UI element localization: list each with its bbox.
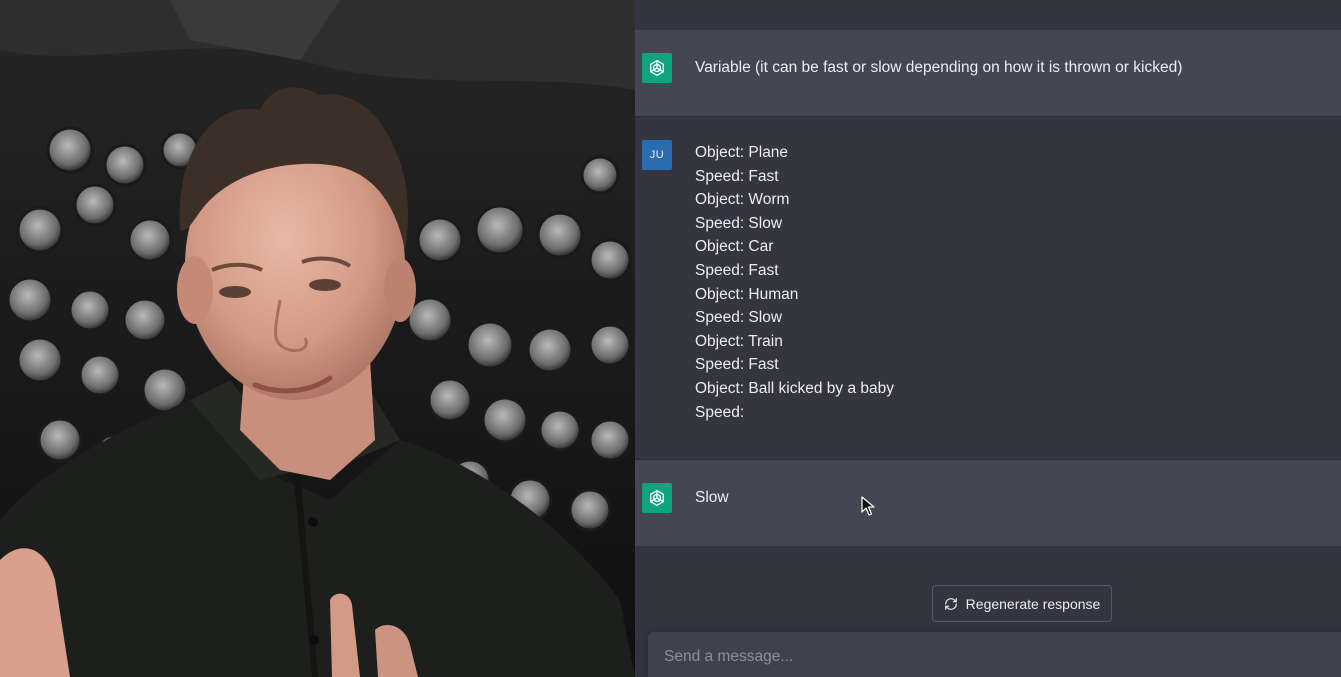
typewriter-key — [16, 336, 64, 384]
typewriter-key — [568, 488, 612, 532]
regenerate-response-button[interactable]: Regenerate response — [932, 585, 1112, 622]
message-line: Object: Plane — [695, 144, 789, 161]
regenerate-response-label: Regenerate response — [965, 595, 1101, 612]
message-input[interactable] — [662, 644, 1306, 670]
typewriter-key — [37, 417, 83, 463]
typewriter-key — [46, 126, 94, 174]
message-line: Speed: Slow — [695, 214, 783, 232]
assistant-avatar — [642, 483, 672, 513]
typewriter-key — [122, 297, 168, 343]
assistant-message: Slow — [635, 460, 1341, 546]
chat-panel: Variable (it can be fast or slow dependi… — [635, 0, 1341, 677]
chat-top-strip — [635, 0, 1341, 30]
message-line: Speed: — [695, 403, 745, 421]
message-composer — [648, 632, 1341, 677]
assistant-message-text: Slow — [695, 486, 1317, 510]
message-line: Speed: Fast — [695, 167, 779, 185]
typewriter-key — [416, 216, 464, 264]
typewriter-key — [465, 320, 515, 370]
typewriter-key — [127, 217, 173, 263]
typewriter-key — [536, 211, 584, 259]
openai-logo-icon — [650, 490, 664, 506]
message-line: Speed: Fast — [695, 261, 779, 279]
typewriter-key — [73, 183, 117, 227]
typewriter-key — [588, 238, 632, 282]
typewriter-key — [538, 408, 582, 452]
typewriter-key — [588, 323, 632, 367]
message-line: Variable (it can be fast or slow dependi… — [695, 59, 1183, 76]
assistant-avatar — [642, 53, 672, 83]
user-avatar: JU — [642, 140, 672, 170]
message-line: Speed: Fast — [695, 356, 779, 374]
typewriter-key — [16, 206, 64, 254]
typewriter-key — [427, 377, 473, 423]
typewriter-key — [406, 296, 454, 344]
mouse-pointer-icon — [861, 496, 875, 516]
assistant-message-text: Variable (it can be fast or slow dependi… — [695, 56, 1317, 80]
typewriter-key — [526, 326, 574, 374]
message-line: Slow — [695, 489, 729, 506]
message-line: Object: Worm — [695, 191, 790, 209]
typewriter-key — [481, 396, 529, 444]
user-avatar-initials: JU — [649, 149, 665, 161]
openai-logo-icon — [650, 60, 664, 77]
user-message: JU Object: Plane Speed: Fast Object: Wor… — [635, 117, 1341, 459]
typewriter-key — [580, 155, 620, 195]
user-message-text: Object: Plane Speed: Fast Object: Worm S… — [695, 141, 1317, 424]
typewriter-key — [68, 288, 112, 332]
typewriter-key — [6, 276, 54, 324]
typewriter-key — [474, 204, 526, 256]
message-line: Object: Human — [695, 285, 799, 303]
refresh-icon — [944, 597, 957, 610]
typewriter-key — [78, 353, 122, 397]
message-line: Object: Ball kicked by a baby — [695, 379, 895, 397]
typewriter-key — [588, 418, 632, 462]
presenter-image — [0, 0, 635, 677]
message-line: Object: Car — [695, 238, 774, 256]
assistant-message: Variable (it can be fast or slow dependi… — [635, 30, 1341, 116]
message-line: Object: Train — [695, 332, 783, 350]
typewriter-key — [103, 143, 147, 187]
message-line: Speed: Slow — [695, 309, 783, 327]
presenter-video-feed — [0, 0, 635, 677]
